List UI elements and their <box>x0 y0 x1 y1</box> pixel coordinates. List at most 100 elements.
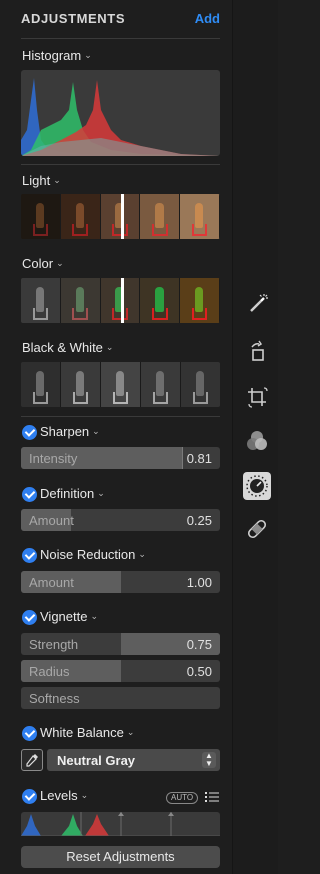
slider-value: 1.00 <box>186 575 212 590</box>
noise-reduction-section-header[interactable]: Noise Reduction ⌄ <box>40 547 146 562</box>
filters-icon <box>247 431 267 450</box>
chevron-down-icon: ⌄ <box>105 342 114 352</box>
chevron-down-icon: ⌄ <box>126 727 135 737</box>
levels-title: Levels <box>40 788 78 803</box>
histogram-graph <box>21 70 220 156</box>
histogram-title: Histogram <box>22 48 82 63</box>
chevron-down-icon: ⌄ <box>84 50 92 60</box>
bw-thumbnail <box>21 362 61 407</box>
definition-section-header[interactable]: Definition ⌄ <box>40 486 105 501</box>
light-thumbnail-strip[interactable] <box>21 194 220 239</box>
black-white-thumbnail-strip[interactable] <box>21 362 220 407</box>
up-down-arrows-icon: ▲ ▼ <box>202 752 216 768</box>
adjust-button[interactable] <box>243 472 271 500</box>
eyedropper-button[interactable] <box>21 749 43 771</box>
chevron-down-icon: ⌄ <box>97 488 105 498</box>
section-divider <box>21 416 220 417</box>
slider-label: Amount <box>29 575 74 590</box>
reset-adjustments-button[interactable]: Reset Adjustments <box>21 846 220 868</box>
panel-header: ADJUSTMENTS Add <box>0 0 232 38</box>
light-thumbnail <box>21 194 61 239</box>
color-title: Color <box>22 256 54 271</box>
definition-enable-checkbox[interactable] <box>22 487 37 502</box>
rotate-button[interactable] <box>243 338 271 366</box>
slider-value: 0.75 <box>186 637 212 652</box>
adjust-icon <box>246 475 268 497</box>
color-thumbnail <box>60 278 101 323</box>
tool-strip <box>232 0 278 874</box>
color-section-header[interactable]: Color ⌄ <box>22 256 64 271</box>
light-thumbnail <box>140 194 181 239</box>
chevron-down-icon: ⌄ <box>80 790 89 800</box>
panel-title: ADJUSTMENTS <box>21 11 126 26</box>
light-thumbnail <box>180 194 220 239</box>
noise-reduction-amount-slider[interactable]: Amount 1.00 <box>21 571 220 593</box>
vignette-strength-slider[interactable]: Strength 0.75 <box>21 633 220 655</box>
levels-section-header[interactable]: Levels ⌄ <box>40 788 88 803</box>
slider-value: 0.50 <box>186 664 212 679</box>
chevron-down-icon: ⌄ <box>92 426 100 436</box>
slider-label: Amount <box>29 513 74 528</box>
bw-thumbnail <box>101 362 141 407</box>
slider-value: 0.81 <box>186 451 212 466</box>
white-balance-controls: Neutral Gray ▲ ▼ <box>21 749 220 771</box>
sharpen-title: Sharpen <box>40 424 90 439</box>
levels-list-icon[interactable] <box>205 790 219 804</box>
adjustments-panel: ADJUSTMENTS Add Histogram ⌄ Light ⌄ Color ⌄ <box>0 0 232 874</box>
chevron-down-icon: ⌄ <box>90 611 99 621</box>
light-playhead[interactable] <box>121 194 124 239</box>
vignette-section-header[interactable]: Vignette ⌄ <box>40 609 98 624</box>
color-thumbnail <box>180 278 220 323</box>
vignette-softness-slider[interactable]: Softness <box>21 687 220 709</box>
slider-marker <box>182 447 183 469</box>
vignette-enable-checkbox[interactable] <box>22 610 37 625</box>
eyedropper-icon <box>26 754 38 767</box>
add-button[interactable]: Add <box>195 11 220 26</box>
bw-thumbnail <box>61 362 101 407</box>
white-balance-enable-checkbox[interactable] <box>22 726 37 741</box>
chevron-down-icon: ⌄ <box>138 549 146 559</box>
bw-thumbnail <box>181 362 220 407</box>
light-section-header[interactable]: Light ⌄ <box>22 173 61 188</box>
color-thumbnail <box>140 278 181 323</box>
white-balance-title: White Balance <box>40 725 124 740</box>
black-white-section-header[interactable]: Black & White ⌄ <box>22 340 113 355</box>
slider-label: Strength <box>29 637 79 652</box>
noise-reduction-title: Noise Reduction <box>40 547 136 562</box>
histogram-section-header[interactable]: Histogram ⌄ <box>22 48 92 63</box>
slider-label: Intensity <box>29 451 78 466</box>
slider-label: Softness <box>29 691 80 706</box>
crop-button[interactable] <box>243 383 271 411</box>
sharpen-enable-checkbox[interactable] <box>22 425 37 440</box>
levels-enable-checkbox[interactable] <box>22 789 37 804</box>
sharpen-intensity-slider[interactable]: Intensity 0.81 <box>21 447 220 469</box>
retouch-icon <box>247 519 267 539</box>
levels-histogram[interactable] <box>21 812 220 836</box>
vignette-radius-slider[interactable]: Radius 0.50 <box>21 660 220 682</box>
rotate-icon <box>251 340 264 361</box>
filters-button[interactable] <box>243 427 271 455</box>
retouch-button[interactable] <box>243 515 271 543</box>
white-balance-mode-select[interactable]: Neutral Gray ▲ ▼ <box>47 749 220 771</box>
levels-auto-button[interactable]: AUTO <box>166 792 199 804</box>
white-balance-section-header[interactable]: White Balance ⌄ <box>40 725 134 740</box>
color-thumbnail <box>21 278 61 323</box>
definition-title: Definition <box>40 486 95 501</box>
light-thumbnail <box>60 194 101 239</box>
bw-thumbnail <box>141 362 181 407</box>
crop-icon <box>248 387 268 408</box>
color-thumbnail-strip[interactable] <box>21 278 220 323</box>
sharpen-section-header[interactable]: Sharpen ⌄ <box>40 424 100 439</box>
white-balance-mode-value: Neutral Gray <box>57 753 136 768</box>
vignette-title: Vignette <box>40 609 88 624</box>
black-white-title: Black & White <box>22 340 103 355</box>
section-divider <box>21 164 220 165</box>
light-title: Light <box>22 173 51 188</box>
slider-label: Radius <box>29 664 70 679</box>
noise-reduction-enable-checkbox[interactable] <box>22 548 37 563</box>
color-playhead[interactable] <box>121 278 124 323</box>
slider-value: 0.25 <box>186 513 212 528</box>
chevron-down-icon: ⌄ <box>53 175 61 185</box>
definition-amount-slider[interactable]: Amount 0.25 <box>21 509 220 531</box>
magic-wand-button[interactable] <box>243 289 271 317</box>
